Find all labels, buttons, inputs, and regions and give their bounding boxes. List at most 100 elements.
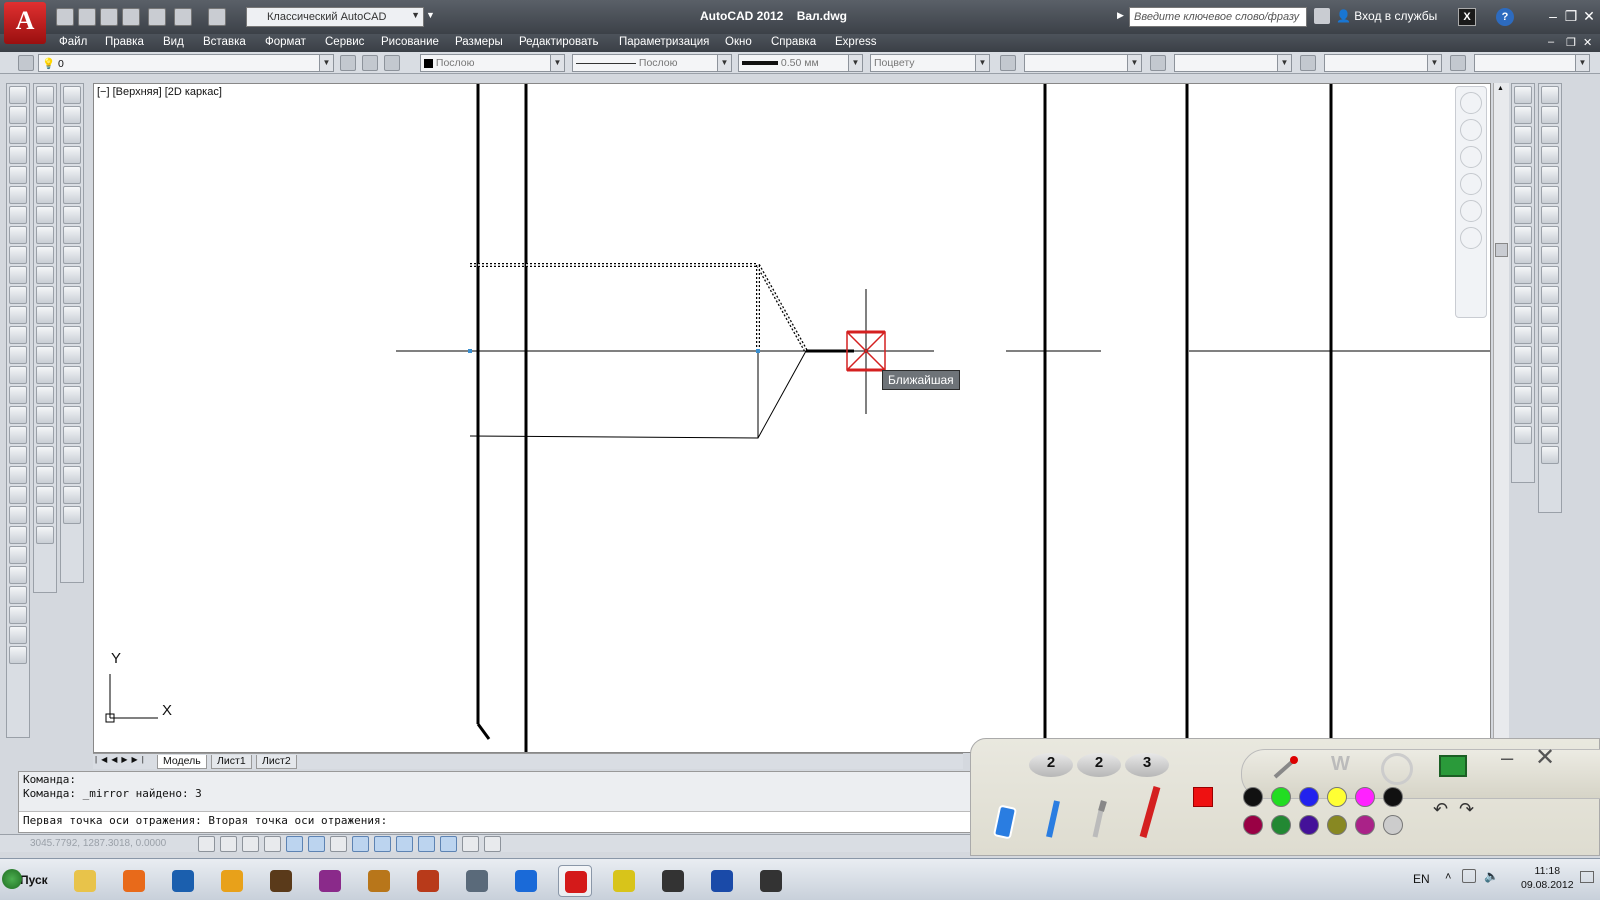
draw-tool-icon[interactable] <box>9 186 27 204</box>
modeling-tool-icon[interactable] <box>36 266 54 284</box>
modify-tool-icon[interactable] <box>1514 426 1532 444</box>
shredder-icon[interactable] <box>656 865 690 897</box>
draw-order-tool-icon[interactable] <box>1541 146 1559 164</box>
modeling-tool-icon[interactable] <box>36 106 54 124</box>
hp-icon[interactable] <box>166 865 200 897</box>
draw-tool-icon[interactable] <box>9 526 27 544</box>
draw-order-tool-icon[interactable] <box>1541 206 1559 224</box>
linetype-select[interactable]: Послою ▼ <box>572 54 732 72</box>
scroll-thumb[interactable] <box>1495 243 1508 257</box>
modeling-tool-icon[interactable] <box>36 186 54 204</box>
volume-icon[interactable]: 🔈 <box>1484 869 1499 883</box>
make-layer-current-icon[interactable] <box>340 55 356 71</box>
dimension-tool-icon[interactable] <box>63 106 81 124</box>
dimension-tool-icon[interactable] <box>63 486 81 504</box>
draw-order-tool-icon[interactable] <box>1541 446 1559 464</box>
modify-tool-icon[interactable] <box>1514 406 1532 424</box>
color-dark-green[interactable] <box>1271 815 1291 835</box>
grid-display-icon[interactable] <box>242 836 259 852</box>
modeling-tool-icon[interactable] <box>36 486 54 504</box>
tools-icon[interactable] <box>215 865 249 897</box>
draw-order-tool-icon[interactable] <box>1541 186 1559 204</box>
modeling-tool-icon[interactable] <box>36 126 54 144</box>
dim-style-icon[interactable] <box>1150 55 1166 71</box>
pen-size-button[interactable]: 3 <box>1125 753 1169 777</box>
folder-icon[interactable] <box>68 865 102 897</box>
dimension-tool-icon[interactable] <box>63 386 81 404</box>
tab-layout2[interactable]: Лист2 <box>256 755 297 769</box>
pen-size-button[interactable]: 2 <box>1029 753 1073 777</box>
draw-tool-icon[interactable] <box>9 106 27 124</box>
marker-icon[interactable] <box>1135 783 1163 841</box>
modeling-tool-icon[interactable] <box>36 346 54 364</box>
dimension-tool-icon[interactable] <box>63 206 81 224</box>
steering-wheel-icon[interactable] <box>1460 119 1482 141</box>
showmotion-icon[interactable] <box>1460 227 1482 249</box>
layer-previous-icon[interactable] <box>362 55 378 71</box>
brush-icon[interactable] <box>1087 797 1111 841</box>
draw-tool-icon[interactable] <box>9 626 27 644</box>
viewport-controls-label[interactable]: [−] [Верхняя] [2D каркас] <box>97 86 222 98</box>
modify-tool-icon[interactable] <box>1514 286 1532 304</box>
redo-stroke-icon[interactable]: ↷ <box>1459 799 1474 820</box>
tab-model[interactable]: Модель <box>157 755 207 769</box>
menu-dimensions[interactable]: Размеры <box>455 36 503 48</box>
print-icon[interactable] <box>148 8 166 26</box>
scroll-up-icon[interactable]: ▲ <box>1497 85 1504 92</box>
clock[interactable]: 11:18 09.08.2012 <box>1521 864 1574 892</box>
quick-properties-icon[interactable] <box>462 836 479 852</box>
menu-express[interactable]: Express <box>835 36 877 48</box>
modify-tool-icon[interactable] <box>1514 106 1532 124</box>
color-violet[interactable] <box>1355 815 1375 835</box>
v-app-icon[interactable] <box>607 865 641 897</box>
color-gray[interactable] <box>1383 815 1403 835</box>
modeling-tool-icon[interactable] <box>36 226 54 244</box>
layer-select[interactable]: 💡 0 ▼ <box>38 54 334 72</box>
draw-tool-icon[interactable] <box>9 566 27 584</box>
draw-tool-icon[interactable] <box>9 166 27 184</box>
draw-order-tool-icon[interactable] <box>1541 326 1559 344</box>
draw-order-tool-icon[interactable] <box>1541 266 1559 284</box>
draw-tool-icon[interactable] <box>9 206 27 224</box>
plotstyle-select[interactable]: Поцвету ▼ <box>870 54 990 72</box>
draw-tool-icon[interactable] <box>9 426 27 444</box>
network-icon[interactable] <box>1462 869 1476 883</box>
dimension-tool-icon[interactable] <box>63 166 81 184</box>
modeling-tool-icon[interactable] <box>36 406 54 424</box>
menu-help[interactable]: Справка <box>771 36 816 48</box>
tray-expand-icon[interactable]: ˄ <box>1445 871 1451 883</box>
infer-constraints-icon[interactable] <box>198 836 215 852</box>
minimize-palette-icon[interactable]: – <box>1501 745 1513 771</box>
search-expand-icon[interactable]: ▶ <box>1117 10 1124 21</box>
undo-stroke-icon[interactable]: ↶ <box>1433 799 1448 820</box>
dimension-tool-icon[interactable] <box>63 406 81 424</box>
draw-tool-icon[interactable] <box>9 586 27 604</box>
search-input[interactable]: Введите ключевое слово/фразу <box>1129 7 1307 27</box>
color-magenta[interactable] <box>1355 787 1375 807</box>
modeling-tool-icon[interactable] <box>36 426 54 444</box>
pen-size-button[interactable]: 2 <box>1077 753 1121 777</box>
save-icon[interactable] <box>100 8 118 26</box>
binoculars-icon[interactable] <box>1314 8 1330 24</box>
dynamic-input-icon[interactable] <box>396 836 413 852</box>
laser-pointer-icon[interactable] <box>1271 753 1301 783</box>
game-helmet-icon[interactable] <box>264 865 298 897</box>
modify-tool-icon[interactable] <box>1514 206 1532 224</box>
start-button[interactable]: Пуск <box>2 867 54 893</box>
modeling-tool-icon[interactable] <box>36 286 54 304</box>
orbit-icon[interactable] <box>1460 200 1482 222</box>
show-desktop-icon[interactable] <box>1580 871 1594 883</box>
draw-order-tool-icon[interactable] <box>1541 306 1559 324</box>
customize-quick-access-icon[interactable]: ▼ <box>426 10 435 20</box>
close-palette-icon[interactable]: ✕ <box>1535 743 1555 772</box>
exchange-icon[interactable]: X <box>1458 8 1476 26</box>
language-indicator[interactable]: EN <box>1413 872 1430 886</box>
draw-tool-icon[interactable] <box>9 486 27 504</box>
draw-tool-icon[interactable] <box>9 286 27 304</box>
command-prompt[interactable]: Первая точка оси отражения: Вторая точка… <box>23 814 387 827</box>
modeling-tool-icon[interactable] <box>36 386 54 404</box>
draw-order-tool-icon[interactable] <box>1541 166 1559 184</box>
color-select[interactable]: Послою ▼ <box>420 54 565 72</box>
dimension-tool-icon[interactable] <box>63 246 81 264</box>
word-icon[interactable] <box>705 865 739 897</box>
